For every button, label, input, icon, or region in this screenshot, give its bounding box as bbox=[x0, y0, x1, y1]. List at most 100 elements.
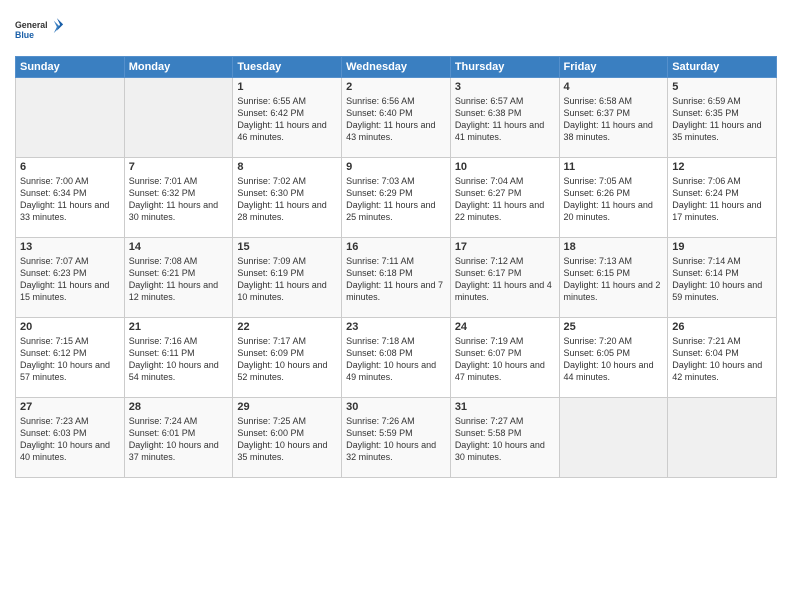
calendar-cell: 11 Sunrise: 7:05 AMSunset: 6:26 PMDayligh… bbox=[559, 158, 668, 238]
day-number: 13 bbox=[20, 241, 120, 253]
day-number: 9 bbox=[346, 161, 446, 173]
day-info: Sunrise: 7:26 AMSunset: 5:59 PMDaylight:… bbox=[346, 415, 446, 464]
day-info: Sunrise: 6:58 AMSunset: 6:37 PMDaylight:… bbox=[564, 95, 664, 144]
calendar-cell: 22 Sunrise: 7:17 AMSunset: 6:09 PMDayligh… bbox=[233, 318, 342, 398]
calendar-cell: 8 Sunrise: 7:02 AMSunset: 6:30 PMDaylight… bbox=[233, 158, 342, 238]
calendar-cell bbox=[668, 398, 777, 478]
calendar-week-4: 20Sunrise: 7:15 AMSunset: 6:12 PMDayligh… bbox=[16, 318, 777, 398]
day-number: 28 bbox=[129, 401, 229, 413]
day-info: Sunrise: 7:04 AMSunset: 6:27 PMDaylight:… bbox=[455, 175, 555, 224]
logo: General Blue bbox=[15, 10, 65, 50]
day-info: Sunrise: 7:01 AMSunset: 6:32 PMDaylight:… bbox=[129, 175, 229, 224]
day-info: Sunrise: 7:08 AMSunset: 6:21 PMDaylight:… bbox=[129, 255, 229, 304]
day-number: 17 bbox=[455, 241, 555, 253]
day-info: Sunrise: 7:07 AMSunset: 6:23 PMDaylight:… bbox=[20, 255, 120, 304]
calendar-cell: 4 Sunrise: 6:58 AMSunset: 6:37 PMDaylight… bbox=[559, 78, 668, 158]
day-number: 25 bbox=[564, 321, 664, 333]
calendar-cell: 31Sunrise: 7:27 AMSunset: 5:58 PMDayligh… bbox=[450, 398, 559, 478]
day-number: 11 bbox=[564, 161, 664, 173]
day-info: Sunrise: 6:55 AMSunset: 6:42 PMDaylight:… bbox=[237, 95, 337, 144]
day-info: Sunrise: 7:23 AMSunset: 6:03 PMDaylight:… bbox=[20, 415, 120, 464]
weekday-header-monday: Monday bbox=[124, 57, 233, 78]
day-number: 5 bbox=[672, 81, 772, 93]
day-info: Sunrise: 6:59 AMSunset: 6:35 PMDaylight:… bbox=[672, 95, 772, 144]
day-number: 6 bbox=[20, 161, 120, 173]
day-info: Sunrise: 7:19 AMSunset: 6:07 PMDaylight:… bbox=[455, 335, 555, 384]
calendar-cell: 16Sunrise: 7:11 AMSunset: 6:18 PMDayligh… bbox=[342, 238, 451, 318]
day-info: Sunrise: 7:02 AMSunset: 6:30 PMDaylight:… bbox=[237, 175, 337, 224]
day-number: 30 bbox=[346, 401, 446, 413]
weekday-header-saturday: Saturday bbox=[668, 57, 777, 78]
calendar-cell: 1 Sunrise: 6:55 AMSunset: 6:42 PMDaylight… bbox=[233, 78, 342, 158]
calendar-cell: 5 Sunrise: 6:59 AMSunset: 6:35 PMDaylight… bbox=[668, 78, 777, 158]
calendar-cell: 21 Sunrise: 7:16 AMSunset: 6:11 PMDayligh… bbox=[124, 318, 233, 398]
calendar-week-5: 27 Sunrise: 7:23 AMSunset: 6:03 PMDayligh… bbox=[16, 398, 777, 478]
day-info: Sunrise: 7:09 AMSunset: 6:19 PMDaylight:… bbox=[237, 255, 337, 304]
svg-text:General: General bbox=[15, 20, 48, 30]
calendar-cell: 26 Sunrise: 7:21 AMSunset: 6:04 PMDayligh… bbox=[668, 318, 777, 398]
day-number: 8 bbox=[237, 161, 337, 173]
calendar-cell: 29 Sunrise: 7:25 AMSunset: 6:00 PMDayligh… bbox=[233, 398, 342, 478]
calendar-cell bbox=[16, 78, 125, 158]
day-info: Sunrise: 7:00 AMSunset: 6:34 PMDaylight:… bbox=[20, 175, 120, 224]
day-info: Sunrise: 6:56 AMSunset: 6:40 PMDaylight:… bbox=[346, 95, 446, 144]
day-info: Sunrise: 7:24 AMSunset: 6:01 PMDaylight:… bbox=[129, 415, 229, 464]
calendar-cell: 7 Sunrise: 7:01 AMSunset: 6:32 PMDaylight… bbox=[124, 158, 233, 238]
day-number: 2 bbox=[346, 81, 446, 93]
day-info: Sunrise: 7:25 AMSunset: 6:00 PMDaylight:… bbox=[237, 415, 337, 464]
day-number: 7 bbox=[129, 161, 229, 173]
day-info: Sunrise: 7:27 AMSunset: 5:58 PMDaylight:… bbox=[455, 415, 555, 464]
day-number: 1 bbox=[237, 81, 337, 93]
calendar-cell: 6 Sunrise: 7:00 AMSunset: 6:34 PMDaylight… bbox=[16, 158, 125, 238]
day-info: Sunrise: 7:21 AMSunset: 6:04 PMDaylight:… bbox=[672, 335, 772, 384]
calendar-cell: 3Sunrise: 6:57 AMSunset: 6:38 PMDaylight… bbox=[450, 78, 559, 158]
day-number: 19 bbox=[672, 241, 772, 253]
weekday-header-friday: Friday bbox=[559, 57, 668, 78]
day-number: 14 bbox=[129, 241, 229, 253]
calendar-week-2: 6 Sunrise: 7:00 AMSunset: 6:34 PMDaylight… bbox=[16, 158, 777, 238]
calendar-cell: 30 Sunrise: 7:26 AMSunset: 5:59 PMDayligh… bbox=[342, 398, 451, 478]
calendar-cell: 15 Sunrise: 7:09 AMSunset: 6:19 PMDayligh… bbox=[233, 238, 342, 318]
calendar-cell: 13 Sunrise: 7:07 AMSunset: 6:23 PMDayligh… bbox=[16, 238, 125, 318]
calendar-cell bbox=[124, 78, 233, 158]
day-info: Sunrise: 7:17 AMSunset: 6:09 PMDaylight:… bbox=[237, 335, 337, 384]
day-info: Sunrise: 7:05 AMSunset: 6:26 PMDaylight:… bbox=[564, 175, 664, 224]
day-number: 22 bbox=[237, 321, 337, 333]
calendar-cell: 28 Sunrise: 7:24 AMSunset: 6:01 PMDayligh… bbox=[124, 398, 233, 478]
calendar-cell: 27 Sunrise: 7:23 AMSunset: 6:03 PMDayligh… bbox=[16, 398, 125, 478]
day-number: 18 bbox=[564, 241, 664, 253]
calendar-table: SundayMondayTuesdayWednesdayThursdayFrid… bbox=[15, 56, 777, 478]
day-number: 15 bbox=[237, 241, 337, 253]
day-number: 24 bbox=[455, 321, 555, 333]
day-info: Sunrise: 7:03 AMSunset: 6:29 PMDaylight:… bbox=[346, 175, 446, 224]
day-number: 21 bbox=[129, 321, 229, 333]
calendar-week-1: 1 Sunrise: 6:55 AMSunset: 6:42 PMDaylight… bbox=[16, 78, 777, 158]
day-number: 26 bbox=[672, 321, 772, 333]
calendar-cell bbox=[559, 398, 668, 478]
weekday-header-thursday: Thursday bbox=[450, 57, 559, 78]
day-number: 12 bbox=[672, 161, 772, 173]
day-number: 10 bbox=[455, 161, 555, 173]
day-info: Sunrise: 7:16 AMSunset: 6:11 PMDaylight:… bbox=[129, 335, 229, 384]
weekday-header-tuesday: Tuesday bbox=[233, 57, 342, 78]
calendar-cell: 18Sunrise: 7:13 AMSunset: 6:15 PMDayligh… bbox=[559, 238, 668, 318]
day-info: Sunrise: 7:14 AMSunset: 6:14 PMDaylight:… bbox=[672, 255, 772, 304]
calendar-cell: 10 Sunrise: 7:04 AMSunset: 6:27 PMDayligh… bbox=[450, 158, 559, 238]
day-info: Sunrise: 7:15 AMSunset: 6:12 PMDaylight:… bbox=[20, 335, 120, 384]
svg-text:Blue: Blue bbox=[15, 30, 34, 40]
day-number: 29 bbox=[237, 401, 337, 413]
calendar-cell: 23 Sunrise: 7:18 AMSunset: 6:08 PMDayligh… bbox=[342, 318, 451, 398]
calendar-cell: 24 Sunrise: 7:19 AMSunset: 6:07 PMDayligh… bbox=[450, 318, 559, 398]
calendar-cell: 17Sunrise: 7:12 AMSunset: 6:17 PMDayligh… bbox=[450, 238, 559, 318]
day-info: Sunrise: 7:11 AMSunset: 6:18 PMDaylight:… bbox=[346, 255, 446, 304]
header: General Blue bbox=[15, 10, 777, 50]
calendar-cell: 2 Sunrise: 6:56 AMSunset: 6:40 PMDaylight… bbox=[342, 78, 451, 158]
day-number: 23 bbox=[346, 321, 446, 333]
calendar-week-3: 13 Sunrise: 7:07 AMSunset: 6:23 PMDayligh… bbox=[16, 238, 777, 318]
weekday-header-wednesday: Wednesday bbox=[342, 57, 451, 78]
day-number: 4 bbox=[564, 81, 664, 93]
day-number: 27 bbox=[20, 401, 120, 413]
calendar-cell: 25Sunrise: 7:20 AMSunset: 6:05 PMDayligh… bbox=[559, 318, 668, 398]
day-info: Sunrise: 7:18 AMSunset: 6:08 PMDaylight:… bbox=[346, 335, 446, 384]
calendar-cell: 12Sunrise: 7:06 AMSunset: 6:24 PMDayligh… bbox=[668, 158, 777, 238]
